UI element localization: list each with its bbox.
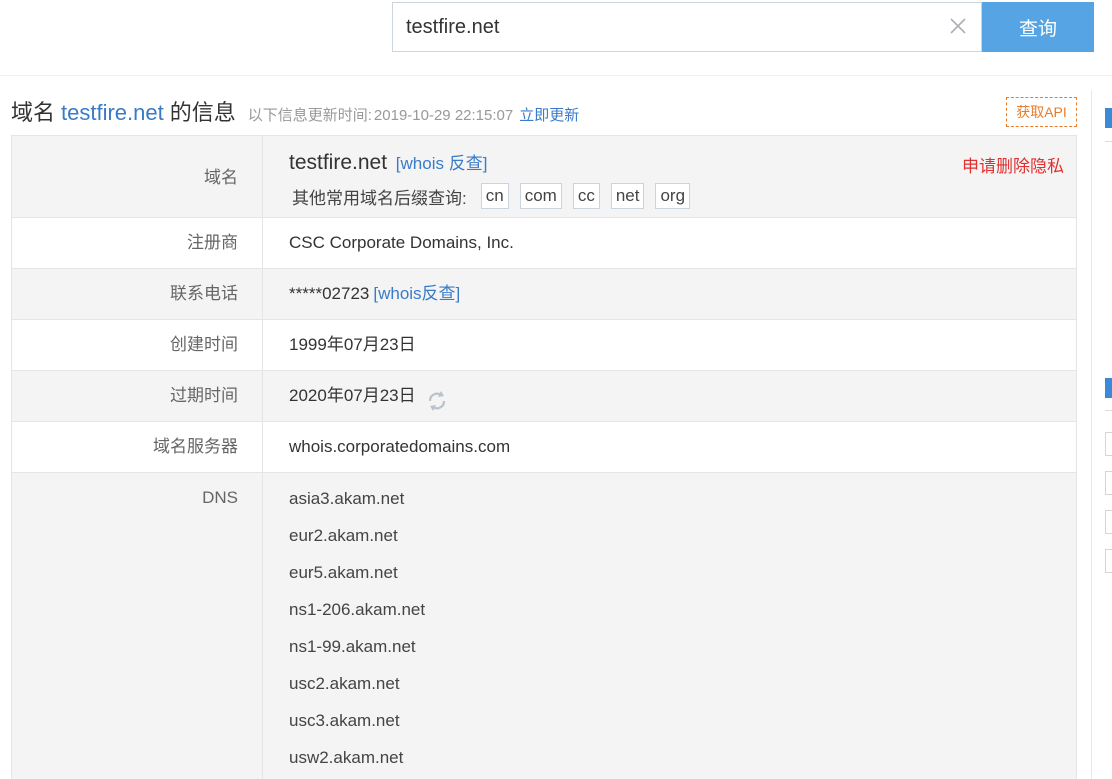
title-suffix: 的信息 — [169, 100, 236, 125]
row-value: testfire.net [whois 反查] 其他常用域名后缀查询: cn c… — [263, 136, 1076, 217]
suffix-label: 其他常用域名后缀查询: — [292, 188, 467, 208]
registrar-value: CSC Corporate Domains, Inc. — [289, 233, 514, 252]
dns-server: eur2.akam.net — [289, 526, 398, 545]
sidebar-divider — [1091, 90, 1092, 779]
dns-server: ns1-99.akam.net — [289, 637, 416, 656]
search-input[interactable] — [393, 3, 943, 51]
created-value: 1999年07月23日 — [289, 335, 416, 354]
row-label: 域名 — [12, 136, 263, 217]
sidebar-divider-line — [1105, 141, 1112, 142]
row-value: *****02723 [whois反查] — [263, 269, 1076, 319]
dns-server: ns1-206.akam.net — [289, 600, 426, 619]
refresh-icon[interactable] — [426, 382, 448, 411]
table-row-domain: 域名 testfire.net [whois 反查] 其他常用域名后缀查询: c… — [12, 136, 1076, 218]
search-button[interactable]: 查询 — [982, 2, 1094, 52]
row-label: 过期时间 — [12, 371, 263, 421]
update-now-link[interactable]: 立即更新 — [519, 104, 579, 125]
dns-server: usc3.akam.net — [289, 711, 400, 730]
top-search-bar: 查询 — [0, 0, 1112, 76]
sidebar-item[interactable] — [1105, 471, 1112, 495]
sidebar-item[interactable] — [1105, 549, 1112, 573]
expires-value: 2020年07月23日 — [289, 386, 416, 405]
search-box — [392, 2, 982, 52]
table-row-registrar: 注册商 CSC Corporate Domains, Inc. — [12, 218, 1076, 269]
whois-server-value: whois.corporatedomains.com — [289, 437, 511, 456]
phone-value: *****02723 — [289, 284, 370, 303]
domain-value: testfire.net — [289, 151, 388, 174]
title-prefix: 域名 — [11, 100, 56, 125]
whois-info-table: 域名 testfire.net [whois 反查] 其他常用域名后缀查询: c… — [11, 135, 1077, 779]
suffix-tag-org[interactable]: org — [655, 183, 691, 209]
privacy-removal-link[interactable]: 申请删除隐私 — [962, 152, 1064, 177]
suffix-tag-net[interactable]: net — [610, 183, 645, 209]
row-label: 创建时间 — [12, 320, 263, 370]
table-row-expires: 过期时间 2020年07月23日 — [12, 371, 1076, 422]
sidebar-section-marker — [1105, 378, 1112, 398]
get-api-button[interactable]: 获取API — [1006, 97, 1077, 127]
row-value: 2020年07月23日 — [263, 371, 1076, 421]
suffix-tag-com[interactable]: com — [519, 183, 562, 209]
table-row-dns: DNS asia3.akam.net eur2.akam.net eur5.ak… — [12, 473, 1076, 779]
dns-server: usw2.akam.net — [289, 748, 404, 767]
sidebar-item[interactable] — [1105, 432, 1112, 456]
title-domain[interactable]: testfire.net — [61, 100, 164, 126]
suffix-tag-cn[interactable]: cn — [480, 183, 509, 209]
clear-icon[interactable] — [945, 13, 971, 39]
row-label: 注册商 — [12, 218, 263, 268]
row-label: 域名服务器 — [12, 422, 263, 472]
row-label: 联系电话 — [12, 269, 263, 319]
suffix-query-line: 其他常用域名后缀查询: cn com cc net org — [289, 183, 1076, 209]
dns-list: asia3.akam.net eur2.akam.net eur5.akam.n… — [263, 473, 1076, 779]
dns-server: eur5.akam.net — [289, 563, 398, 582]
table-row-created: 创建时间 1999年07月23日 — [12, 320, 1076, 371]
sidebar-divider-line — [1105, 410, 1112, 411]
update-label: 以下信息更新时间: — [247, 107, 372, 124]
sidebar-item[interactable] — [1105, 510, 1112, 534]
dns-server: usc2.akam.net — [289, 674, 400, 693]
row-label: DNS — [12, 473, 263, 779]
update-time: 2019-10-29 22:15:07 — [373, 107, 514, 124]
sidebar-section-marker — [1105, 108, 1112, 128]
phone-whois-reverse-link[interactable]: [whois反查] — [373, 284, 460, 303]
table-row-phone: 联系电话 *****02723 [whois反查] — [12, 269, 1076, 320]
suffix-tag-cc[interactable]: cc — [572, 183, 600, 209]
page-title: 域名 testfire.net 的信息 以下信息更新时间: 2019-10-29… — [11, 95, 579, 125]
dns-server: asia3.akam.net — [289, 489, 405, 508]
whois-reverse-link[interactable]: [whois 反查] — [396, 154, 488, 173]
table-row-whois-server: 域名服务器 whois.corporatedomains.com — [12, 422, 1076, 473]
